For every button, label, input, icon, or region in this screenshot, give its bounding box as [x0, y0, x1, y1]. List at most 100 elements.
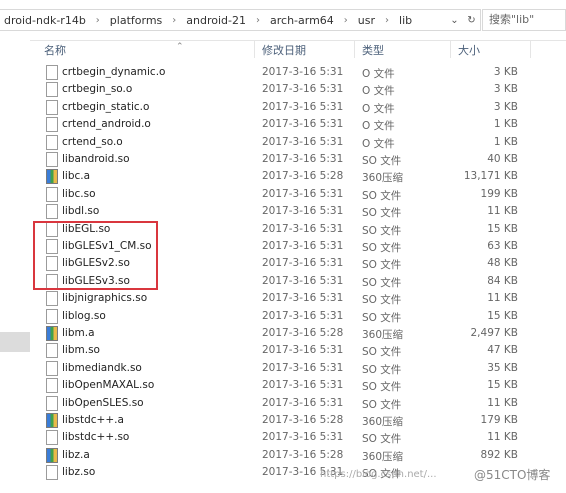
file-name: libc.so [62, 187, 96, 200]
breadcrumb[interactable]: droid-ndk-r14b › platforms › android-21 … [0, 9, 447, 31]
file-name: libstdc++.a [62, 414, 124, 426]
file-row[interactable]: libjnigraphics.so 2017-3-16 5:31 SO 文件 11 K… [30, 290, 566, 307]
file-size: 1 KB [493, 118, 518, 131]
nav-selected-item[interactable] [0, 332, 30, 352]
search-input[interactable]: 搜索"lib" [482, 9, 566, 31]
column-header-name[interactable]: 名称 [44, 42, 66, 58]
file-type: O 文件 [362, 120, 395, 133]
file-row[interactable]: crtend_android.o 2017-3-16 5:31 O 文件 1 KB [30, 116, 566, 133]
file-size: 3 KB [493, 66, 518, 78]
file-icon [46, 430, 58, 446]
file-name: libmediandk.so [62, 361, 142, 374]
file-type: SO 文件 [362, 433, 402, 446]
file-row[interactable]: crtend_so.o 2017-3-16 5:31 O 文件 1 KB [30, 134, 566, 151]
column-header: 名称 ⌃ 修改日期 类型 大小 [30, 40, 566, 58]
file-size: 199 KB [480, 187, 518, 200]
column-divider[interactable] [530, 40, 531, 58]
file-type: 360压缩 [362, 450, 404, 463]
file-row[interactable]: libOpenMAXAL.so 2017-3-16 5:31 SO 文件 15 KB [30, 377, 566, 394]
file-date: 2017-3-16 5:28 [262, 448, 344, 461]
column-header-date[interactable]: 修改日期 [262, 42, 306, 58]
file-type: O 文件 [362, 68, 395, 80]
column-header-type[interactable]: 类型 [362, 42, 384, 58]
file-row[interactable]: libm.so 2017-3-16 5:31 SO 文件 47 KB [30, 342, 566, 359]
column-divider[interactable] [354, 40, 355, 58]
file-name: libstdc++.so [62, 431, 130, 444]
file-row[interactable]: libdl.so 2017-3-16 5:31 SO 文件 11 KB [30, 203, 566, 220]
file-icon [46, 308, 58, 324]
file-size: 15 KB [487, 309, 518, 322]
file-type: SO 文件 [362, 224, 402, 237]
file-icon [46, 152, 58, 167]
file-row[interactable]: libOpenSLES.so 2017-3-16 5:31 SO 文件 11 KB [30, 395, 566, 412]
file-date: 2017-3-16 5:31 [262, 187, 344, 200]
file-type: SO 文件 [362, 189, 402, 202]
chevron-right-icon: › [172, 14, 177, 26]
refresh-icon[interactable]: ↻ [463, 9, 481, 31]
file-type: SO 文件 [362, 294, 402, 307]
chevron-down-icon[interactable]: ⌄ [446, 9, 464, 31]
file-date: 2017-3-16 5:31 [262, 292, 344, 305]
file-size: 892 KB [480, 448, 518, 461]
file-type: SO 文件 [362, 363, 402, 376]
file-name: crtend_android.o [62, 118, 151, 131]
file-name: libm.so [62, 344, 100, 357]
zip-icon [46, 413, 58, 428]
file-date: 2017-3-16 5:31 [262, 240, 344, 252]
file-type: SO 文件 [362, 276, 402, 289]
breadcrumb-item[interactable]: droid-ndk-r14b [0, 14, 90, 27]
file-row[interactable]: libc.so 2017-3-16 5:31 SO 文件 199 KB [30, 186, 566, 203]
file-size: 63 KB [487, 240, 518, 252]
file-row[interactable]: liblog.so 2017-3-16 5:31 SO 文件 15 KB [30, 308, 566, 325]
column-header-size[interactable]: 大小 [458, 42, 480, 58]
file-row[interactable]: libandroid.so 2017-3-16 5:31 SO 文件 40 KB [30, 151, 566, 168]
file-type: O 文件 [362, 102, 395, 115]
breadcrumb-item[interactable]: arch-arm64 [266, 14, 338, 27]
file-name: crtbegin_static.o [62, 100, 150, 113]
file-type: 360压缩 [362, 416, 404, 428]
breadcrumb-item[interactable]: lib [395, 14, 416, 27]
breadcrumb-item[interactable]: android-21 [182, 14, 250, 27]
file-name: liblog.so [62, 309, 106, 322]
file-type: SO 文件 [362, 311, 402, 324]
breadcrumb-item[interactable]: platforms [106, 14, 166, 27]
file-icon [46, 291, 58, 307]
file-icon [46, 186, 58, 202]
file-type: O 文件 [362, 85, 395, 98]
file-icon [46, 99, 58, 115]
file-date: 2017-3-16 5:31 [262, 66, 344, 78]
file-date: 2017-3-16 5:31 [262, 431, 344, 444]
file-row[interactable]: libstdc++.a 2017-3-16 5:28 360压缩 179 KB [30, 412, 566, 429]
file-row[interactable]: crtbegin_so.o 2017-3-16 5:31 O 文件 3 KB [30, 81, 566, 98]
file-name: libm.a [62, 327, 95, 339]
column-divider[interactable] [254, 40, 255, 58]
file-row[interactable]: libc.a 2017-3-16 5:28 360压缩 13,171 KB [30, 168, 566, 185]
file-name: libandroid.so [62, 153, 130, 165]
file-row[interactable]: libstdc++.so 2017-3-16 5:31 SO 文件 11 KB [30, 429, 566, 446]
file-date: 2017-3-16 5:31 [262, 379, 344, 392]
file-row[interactable]: libz.a 2017-3-16 5:28 360压缩 892 KB [30, 447, 566, 464]
file-icon [46, 134, 58, 150]
file-size: 47 KB [487, 344, 518, 357]
file-date: 2017-3-16 5:28 [262, 414, 344, 426]
file-date: 2017-3-16 5:31 [262, 205, 344, 218]
chevron-right-icon: › [343, 14, 348, 26]
file-row[interactable]: libmediandk.so 2017-3-16 5:31 SO 文件 35 KB [30, 360, 566, 377]
file-name: libOpenMAXAL.so [62, 379, 155, 392]
file-size: 2,497 KB [470, 327, 519, 339]
file-row[interactable]: libm.a 2017-3-16 5:28 360压缩 2,497 KB [30, 325, 566, 342]
file-size: 11 KB [487, 396, 518, 409]
file-row[interactable]: crtbegin_dynamic.o 2017-3-16 5:31 O 文件 3 KB [30, 64, 566, 81]
file-type: SO 文件 [362, 242, 402, 254]
watermark-url: https://blog.csdn.net/... [320, 469, 437, 480]
zip-icon [46, 169, 58, 185]
file-icon [46, 360, 58, 376]
file-size: 3 KB [493, 83, 518, 96]
file-row[interactable]: crtbegin_static.o 2017-3-16 5:31 O 文件 3 KB [30, 99, 566, 116]
file-type: 360压缩 [362, 172, 404, 185]
column-divider[interactable] [450, 40, 451, 58]
breadcrumb-item[interactable]: usr [354, 14, 379, 27]
file-date: 2017-3-16 5:31 [262, 83, 344, 96]
file-size: 15 KB [487, 379, 518, 392]
file-size: 1 KB [493, 135, 518, 148]
